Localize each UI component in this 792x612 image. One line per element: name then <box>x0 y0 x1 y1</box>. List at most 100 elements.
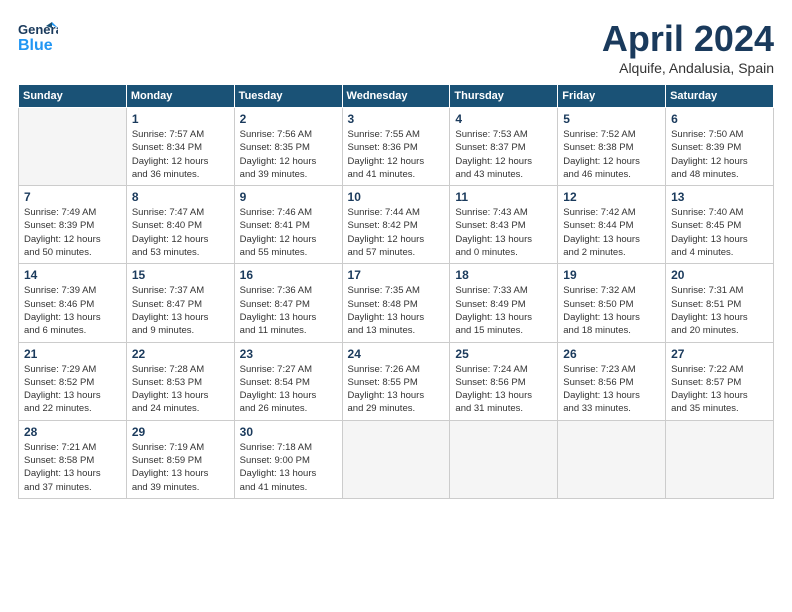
calendar-day-cell: 30 Sunrise: 7:18 AM Sunset: 9:00 PM Dayli… <box>234 420 342 498</box>
day-info: Sunrise: 7:29 AM Sunset: 8:52 PM Dayligh… <box>24 363 121 416</box>
calendar-week-row: 21 Sunrise: 7:29 AM Sunset: 8:52 PM Dayli… <box>19 342 774 420</box>
col-wednesday: Wednesday <box>342 85 450 108</box>
svg-text:Blue: Blue <box>18 37 53 54</box>
day-number: 18 <box>455 268 552 282</box>
day-info: Sunrise: 7:52 AM Sunset: 8:38 PM Dayligh… <box>563 128 660 181</box>
day-number: 29 <box>132 425 229 439</box>
day-info: Sunrise: 7:44 AM Sunset: 8:42 PM Dayligh… <box>348 206 445 259</box>
header: General Blue April 2024 Alquife, Andalus… <box>18 18 774 76</box>
calendar-day-cell <box>19 108 127 186</box>
col-sunday: Sunday <box>19 85 127 108</box>
calendar-week-row: 7Sunrise: 7:49 AM Sunset: 8:39 PM Daylig… <box>19 186 774 264</box>
calendar-body: 1Sunrise: 7:57 AM Sunset: 8:34 PM Daylig… <box>19 108 774 499</box>
day-info: Sunrise: 7:33 AM Sunset: 8:49 PM Dayligh… <box>455 284 552 337</box>
day-info: Sunrise: 7:56 AM Sunset: 8:35 PM Dayligh… <box>240 128 337 181</box>
calendar-day-cell: 12 Sunrise: 7:42 AM Sunset: 8:44 PM Dayli… <box>558 186 666 264</box>
calendar-day-cell: 8Sunrise: 7:47 AM Sunset: 8:40 PM Daylig… <box>126 186 234 264</box>
col-saturday: Saturday <box>666 85 774 108</box>
day-number: 16 <box>240 268 337 282</box>
day-number: 17 <box>348 268 445 282</box>
calendar-day-cell: 11 Sunrise: 7:43 AM Sunset: 8:43 PM Dayli… <box>450 186 558 264</box>
day-info: Sunrise: 7:27 AM Sunset: 8:54 PM Dayligh… <box>240 363 337 416</box>
calendar-day-cell: 22Sunrise: 7:28 AM Sunset: 8:53 PM Dayli… <box>126 342 234 420</box>
day-info: Sunrise: 7:57 AM Sunset: 8:34 PM Dayligh… <box>132 128 229 181</box>
day-number: 15 <box>132 268 229 282</box>
calendar-week-row: 14Sunrise: 7:39 AM Sunset: 8:46 PM Dayli… <box>19 264 774 342</box>
calendar-day-cell: 14Sunrise: 7:39 AM Sunset: 8:46 PM Dayli… <box>19 264 127 342</box>
calendar-day-cell: 2 Sunrise: 7:56 AM Sunset: 8:35 PM Daylig… <box>234 108 342 186</box>
calendar-day-cell: 7Sunrise: 7:49 AM Sunset: 8:39 PM Daylig… <box>19 186 127 264</box>
weekday-header-row: Sunday Monday Tuesday Wednesday Thursday… <box>19 85 774 108</box>
col-friday: Friday <box>558 85 666 108</box>
day-info: Sunrise: 7:24 AM Sunset: 8:56 PM Dayligh… <box>455 363 552 416</box>
calendar-day-cell: 4 Sunrise: 7:53 AM Sunset: 8:37 PM Daylig… <box>450 108 558 186</box>
day-number: 30 <box>240 425 337 439</box>
calendar-title: April 2024 <box>602 18 774 60</box>
day-info: Sunrise: 7:31 AM Sunset: 8:51 PM Dayligh… <box>671 284 768 337</box>
calendar-day-cell: 26 Sunrise: 7:23 AM Sunset: 8:56 PM Dayli… <box>558 342 666 420</box>
day-number: 20 <box>671 268 768 282</box>
day-info: Sunrise: 7:23 AM Sunset: 8:56 PM Dayligh… <box>563 363 660 416</box>
calendar-day-cell <box>342 420 450 498</box>
day-number: 11 <box>455 190 552 204</box>
day-info: Sunrise: 7:26 AM Sunset: 8:55 PM Dayligh… <box>348 363 445 416</box>
col-thursday: Thursday <box>450 85 558 108</box>
day-info: Sunrise: 7:40 AM Sunset: 8:45 PM Dayligh… <box>671 206 768 259</box>
calendar-day-cell: 16 Sunrise: 7:36 AM Sunset: 8:47 PM Dayli… <box>234 264 342 342</box>
day-info: Sunrise: 7:43 AM Sunset: 8:43 PM Dayligh… <box>455 206 552 259</box>
day-number: 19 <box>563 268 660 282</box>
calendar-week-row: 28 Sunrise: 7:21 AM Sunset: 8:58 PM Dayli… <box>19 420 774 498</box>
day-number: 4 <box>455 112 552 126</box>
day-info: Sunrise: 7:55 AM Sunset: 8:36 PM Dayligh… <box>348 128 445 181</box>
day-number: 28 <box>24 425 121 439</box>
day-number: 21 <box>24 347 121 361</box>
day-info: Sunrise: 7:18 AM Sunset: 9:00 PM Dayligh… <box>240 441 337 494</box>
day-number: 23 <box>240 347 337 361</box>
calendar-day-cell: 25 Sunrise: 7:24 AM Sunset: 8:56 PM Dayli… <box>450 342 558 420</box>
calendar-day-cell: 27Sunrise: 7:22 AM Sunset: 8:57 PM Dayli… <box>666 342 774 420</box>
calendar-table: Sunday Monday Tuesday Wednesday Thursday… <box>18 84 774 499</box>
day-number: 10 <box>348 190 445 204</box>
day-info: Sunrise: 7:42 AM Sunset: 8:44 PM Dayligh… <box>563 206 660 259</box>
calendar-day-cell: 20 Sunrise: 7:31 AM Sunset: 8:51 PM Dayli… <box>666 264 774 342</box>
day-number: 3 <box>348 112 445 126</box>
calendar-day-cell: 13 Sunrise: 7:40 AM Sunset: 8:45 PM Dayli… <box>666 186 774 264</box>
calendar-day-cell: 10 Sunrise: 7:44 AM Sunset: 8:42 PM Dayli… <box>342 186 450 264</box>
calendar-day-cell <box>450 420 558 498</box>
calendar-day-cell: 29 Sunrise: 7:19 AM Sunset: 8:59 PM Dayli… <box>126 420 234 498</box>
day-number: 5 <box>563 112 660 126</box>
day-info: Sunrise: 7:46 AM Sunset: 8:41 PM Dayligh… <box>240 206 337 259</box>
day-info: Sunrise: 7:32 AM Sunset: 8:50 PM Dayligh… <box>563 284 660 337</box>
day-info: Sunrise: 7:53 AM Sunset: 8:37 PM Dayligh… <box>455 128 552 181</box>
calendar-location: Alquife, Andalusia, Spain <box>602 60 774 76</box>
day-info: Sunrise: 7:22 AM Sunset: 8:57 PM Dayligh… <box>671 363 768 416</box>
calendar-week-row: 1Sunrise: 7:57 AM Sunset: 8:34 PM Daylig… <box>19 108 774 186</box>
day-number: 8 <box>132 190 229 204</box>
logo: General Blue <box>18 18 58 54</box>
day-number: 9 <box>240 190 337 204</box>
calendar-day-cell: 28 Sunrise: 7:21 AM Sunset: 8:58 PM Dayli… <box>19 420 127 498</box>
calendar-day-cell <box>666 420 774 498</box>
day-number: 6 <box>671 112 768 126</box>
calendar-day-cell: 24Sunrise: 7:26 AM Sunset: 8:55 PM Dayli… <box>342 342 450 420</box>
day-number: 2 <box>240 112 337 126</box>
day-number: 12 <box>563 190 660 204</box>
day-info: Sunrise: 7:36 AM Sunset: 8:47 PM Dayligh… <box>240 284 337 337</box>
calendar-day-cell <box>558 420 666 498</box>
calendar-day-cell: 17Sunrise: 7:35 AM Sunset: 8:48 PM Dayli… <box>342 264 450 342</box>
page: General Blue April 2024 Alquife, Andalus… <box>0 0 792 612</box>
calendar-day-cell: 1Sunrise: 7:57 AM Sunset: 8:34 PM Daylig… <box>126 108 234 186</box>
day-info: Sunrise: 7:21 AM Sunset: 8:58 PM Dayligh… <box>24 441 121 494</box>
col-monday: Monday <box>126 85 234 108</box>
day-info: Sunrise: 7:37 AM Sunset: 8:47 PM Dayligh… <box>132 284 229 337</box>
day-info: Sunrise: 7:28 AM Sunset: 8:53 PM Dayligh… <box>132 363 229 416</box>
calendar-day-cell: 3 Sunrise: 7:55 AM Sunset: 8:36 PM Daylig… <box>342 108 450 186</box>
day-info: Sunrise: 7:19 AM Sunset: 8:59 PM Dayligh… <box>132 441 229 494</box>
day-number: 13 <box>671 190 768 204</box>
day-number: 25 <box>455 347 552 361</box>
calendar-day-cell: 18 Sunrise: 7:33 AM Sunset: 8:49 PM Dayli… <box>450 264 558 342</box>
logo-icon: General Blue <box>18 18 58 54</box>
calendar-day-cell: 21 Sunrise: 7:29 AM Sunset: 8:52 PM Dayli… <box>19 342 127 420</box>
day-number: 7 <box>24 190 121 204</box>
day-number: 26 <box>563 347 660 361</box>
